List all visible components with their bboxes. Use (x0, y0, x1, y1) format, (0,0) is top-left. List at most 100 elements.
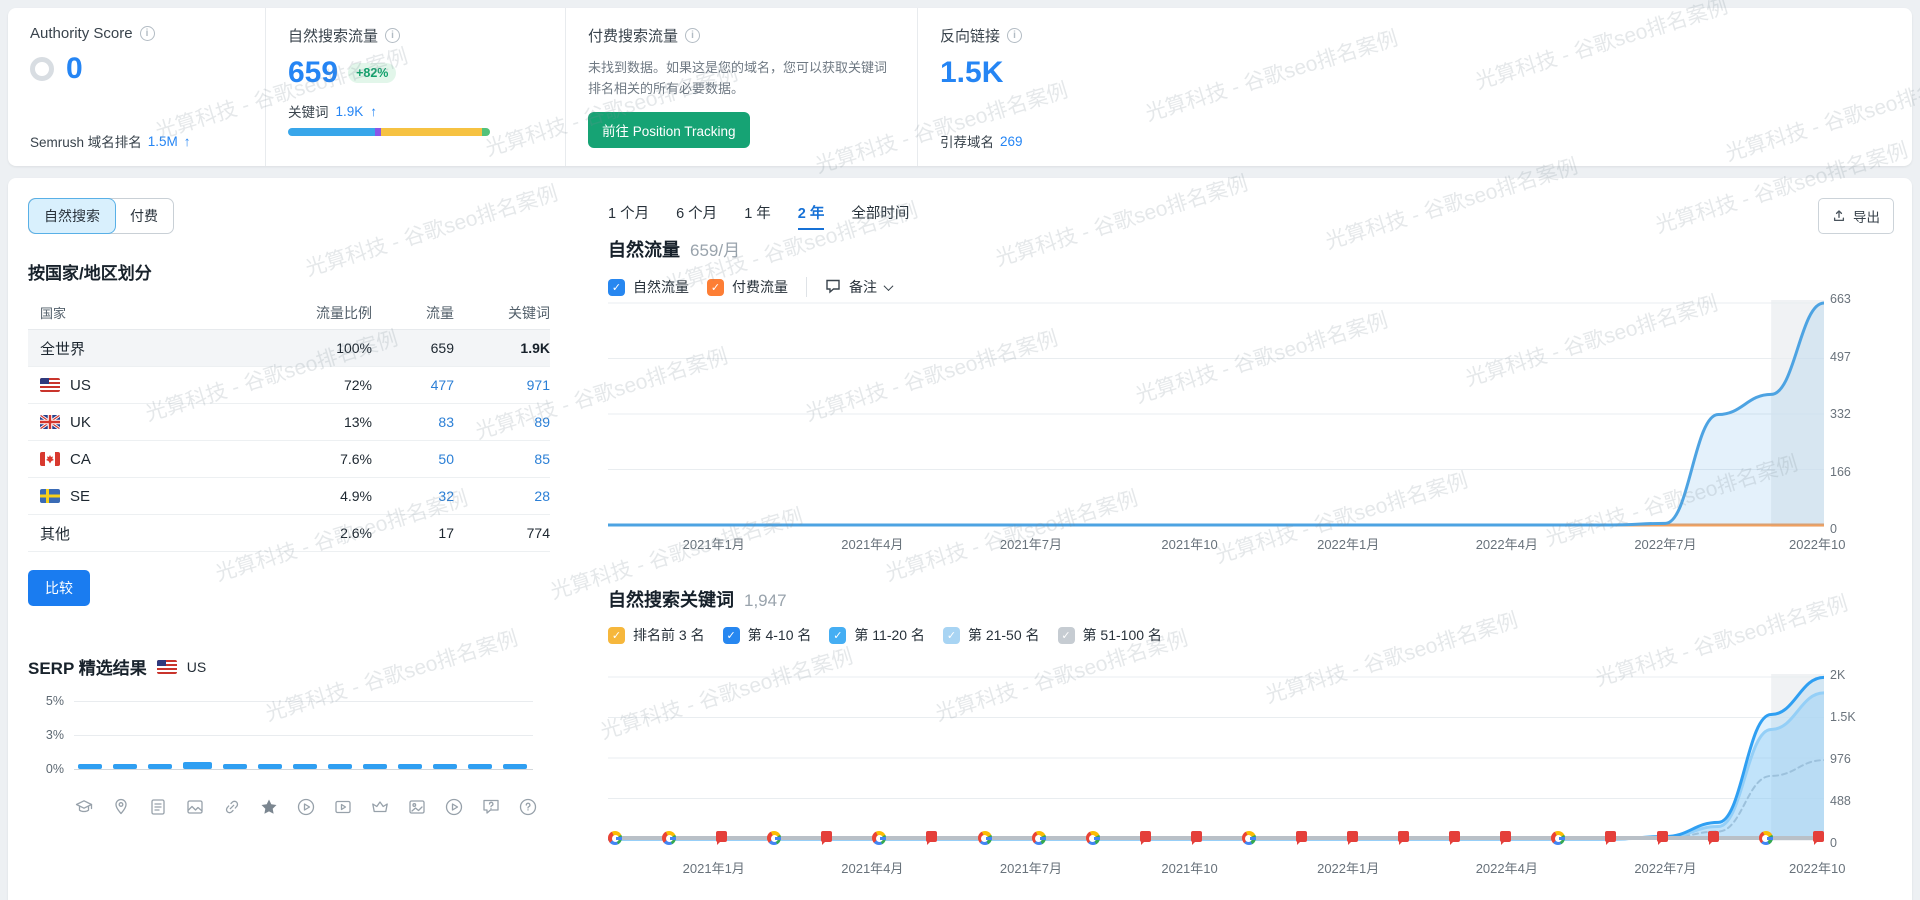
comment-question-icon[interactable] (481, 797, 501, 817)
keywords-value[interactable]: 89 (454, 414, 550, 430)
info-icon[interactable] (1007, 28, 1022, 43)
photo-icon[interactable] (407, 797, 427, 817)
note-flag-marker-icon[interactable] (1708, 831, 1719, 842)
google-update-marker-icon[interactable] (978, 831, 992, 845)
note-flag-marker-icon[interactable] (1605, 831, 1616, 842)
traffic-value[interactable]: 32 (372, 488, 454, 504)
divider (806, 277, 807, 297)
crown-icon[interactable] (370, 797, 390, 817)
google-update-marker-icon[interactable] (1551, 831, 1565, 845)
link-icon[interactable] (222, 797, 242, 817)
play-circle-icon[interactable] (296, 797, 316, 817)
note-flag-marker-icon[interactable] (1191, 831, 1202, 842)
legend-position-1[interactable]: 第 4-10 名 (723, 625, 812, 645)
note-flag-marker-icon[interactable] (1449, 831, 1460, 842)
video-icon[interactable] (333, 797, 353, 817)
note-flag-marker-icon[interactable] (716, 831, 727, 842)
legend-position-4[interactable]: 第 51-100 名 (1058, 625, 1162, 645)
notes-dropdown[interactable]: 备注 (825, 277, 892, 297)
note-flag-marker-icon[interactable] (821, 831, 832, 842)
note-flag-marker-icon[interactable] (1296, 831, 1307, 842)
serp-bar[interactable] (398, 764, 422, 769)
location-pin-icon[interactable] (111, 797, 131, 817)
google-update-marker-icon[interactable] (662, 831, 676, 845)
article-icon[interactable] (148, 797, 168, 817)
legend-position-3[interactable]: 第 21-50 名 (943, 625, 1040, 645)
legend-position-0[interactable]: 排名前 3 名 (608, 625, 705, 645)
note-flag-marker-icon[interactable] (1140, 831, 1151, 842)
traffic-value[interactable]: 83 (372, 414, 454, 430)
organic-traffic-chart[interactable] (608, 300, 1824, 528)
checkbox-checked-icon[interactable] (829, 627, 846, 644)
google-update-marker-icon[interactable] (608, 831, 622, 845)
keywords-value[interactable]: 85 (454, 451, 550, 467)
info-icon[interactable] (385, 28, 400, 43)
play-circle-icon[interactable] (444, 797, 464, 817)
checkbox-checked-icon[interactable] (707, 279, 724, 296)
serp-bar[interactable] (328, 764, 352, 769)
serp-y-tick: 5% (28, 694, 64, 708)
checkbox-checked-icon[interactable] (943, 627, 960, 644)
paid-traffic-toggle[interactable]: 付费流量 (707, 277, 788, 297)
graduation-cap-icon[interactable] (74, 797, 94, 817)
domain-rank-label: Semrush 域名排名 (30, 131, 142, 151)
serp-bar[interactable] (148, 764, 172, 769)
tab-paid[interactable]: 付费 (115, 199, 173, 233)
note-flag-marker-icon[interactable] (1813, 831, 1824, 842)
referring-domains-link[interactable]: 269 (1000, 134, 1023, 149)
time-tab-1[interactable]: 6 个月 (676, 202, 717, 230)
domain-rank-link[interactable]: 1.5M (148, 134, 178, 149)
traffic-value[interactable]: 50 (372, 451, 454, 467)
serp-features-chart[interactable]: 5%3%0% (28, 695, 533, 783)
note-flag-marker-icon[interactable] (1347, 831, 1358, 842)
position-tracking-button[interactable]: 前往 Position Tracking (588, 112, 750, 148)
image-icon[interactable] (185, 797, 205, 817)
serp-bar[interactable] (78, 764, 102, 769)
info-icon[interactable] (140, 26, 155, 41)
organic-keywords-chart[interactable] (608, 674, 1824, 842)
checkbox-checked-icon[interactable] (1058, 627, 1075, 644)
tab-organic-search[interactable]: 自然搜索 (29, 199, 115, 233)
google-update-marker-icon[interactable] (1086, 831, 1100, 845)
keywords-value[interactable]: 28 (454, 488, 550, 504)
time-tab-3[interactable]: 2 年 (798, 202, 825, 230)
organic-traffic-value[interactable]: 659 (288, 58, 338, 88)
time-tab-0[interactable]: 1 个月 (608, 202, 649, 230)
info-icon[interactable] (685, 28, 700, 43)
serp-bar[interactable] (183, 762, 212, 769)
compare-button[interactable]: 比较 (28, 570, 90, 606)
legend-position-2[interactable]: 第 11-20 名 (829, 625, 925, 645)
serp-bar[interactable] (503, 764, 527, 769)
google-update-marker-icon[interactable] (872, 831, 886, 845)
note-flag-marker-icon[interactable] (926, 831, 937, 842)
organic-traffic-toggle[interactable]: 自然流量 (608, 277, 689, 297)
keywords-count-link[interactable]: 1.9K (336, 104, 364, 119)
serp-bar[interactable] (363, 764, 387, 769)
time-tab-2[interactable]: 1 年 (744, 202, 771, 230)
time-tab-4[interactable]: 全部时间 (851, 202, 909, 230)
note-flag-marker-icon[interactable] (1657, 831, 1668, 842)
serp-bar[interactable] (113, 764, 137, 769)
google-update-marker-icon[interactable] (767, 831, 781, 845)
star-icon[interactable] (259, 797, 279, 817)
checkbox-checked-icon[interactable] (608, 627, 625, 644)
keywords-value[interactable]: 971 (454, 377, 550, 393)
serp-bar[interactable] (258, 764, 282, 769)
note-flag-marker-icon[interactable] (1500, 831, 1511, 842)
checkbox-checked-icon[interactable] (608, 279, 625, 296)
google-update-marker-icon[interactable] (1242, 831, 1256, 845)
checkbox-checked-icon[interactable] (723, 627, 740, 644)
serp-bar[interactable] (433, 764, 457, 769)
traffic-value[interactable]: 477 (372, 377, 454, 393)
google-update-marker-icon[interactable] (1759, 831, 1773, 845)
serp-bar[interactable] (223, 764, 247, 769)
serp-bar[interactable] (468, 764, 492, 769)
google-update-marker-icon[interactable] (1032, 831, 1046, 845)
serp-gridline (74, 701, 533, 702)
export-button[interactable]: 导出 (1818, 198, 1894, 234)
note-flag-marker-icon[interactable] (1398, 831, 1409, 842)
serp-bar[interactable] (293, 764, 317, 769)
help-circle-icon[interactable] (518, 797, 538, 817)
keyword-intent-bar[interactable] (288, 128, 490, 136)
backlinks-value[interactable]: 1.5K (940, 58, 1003, 88)
